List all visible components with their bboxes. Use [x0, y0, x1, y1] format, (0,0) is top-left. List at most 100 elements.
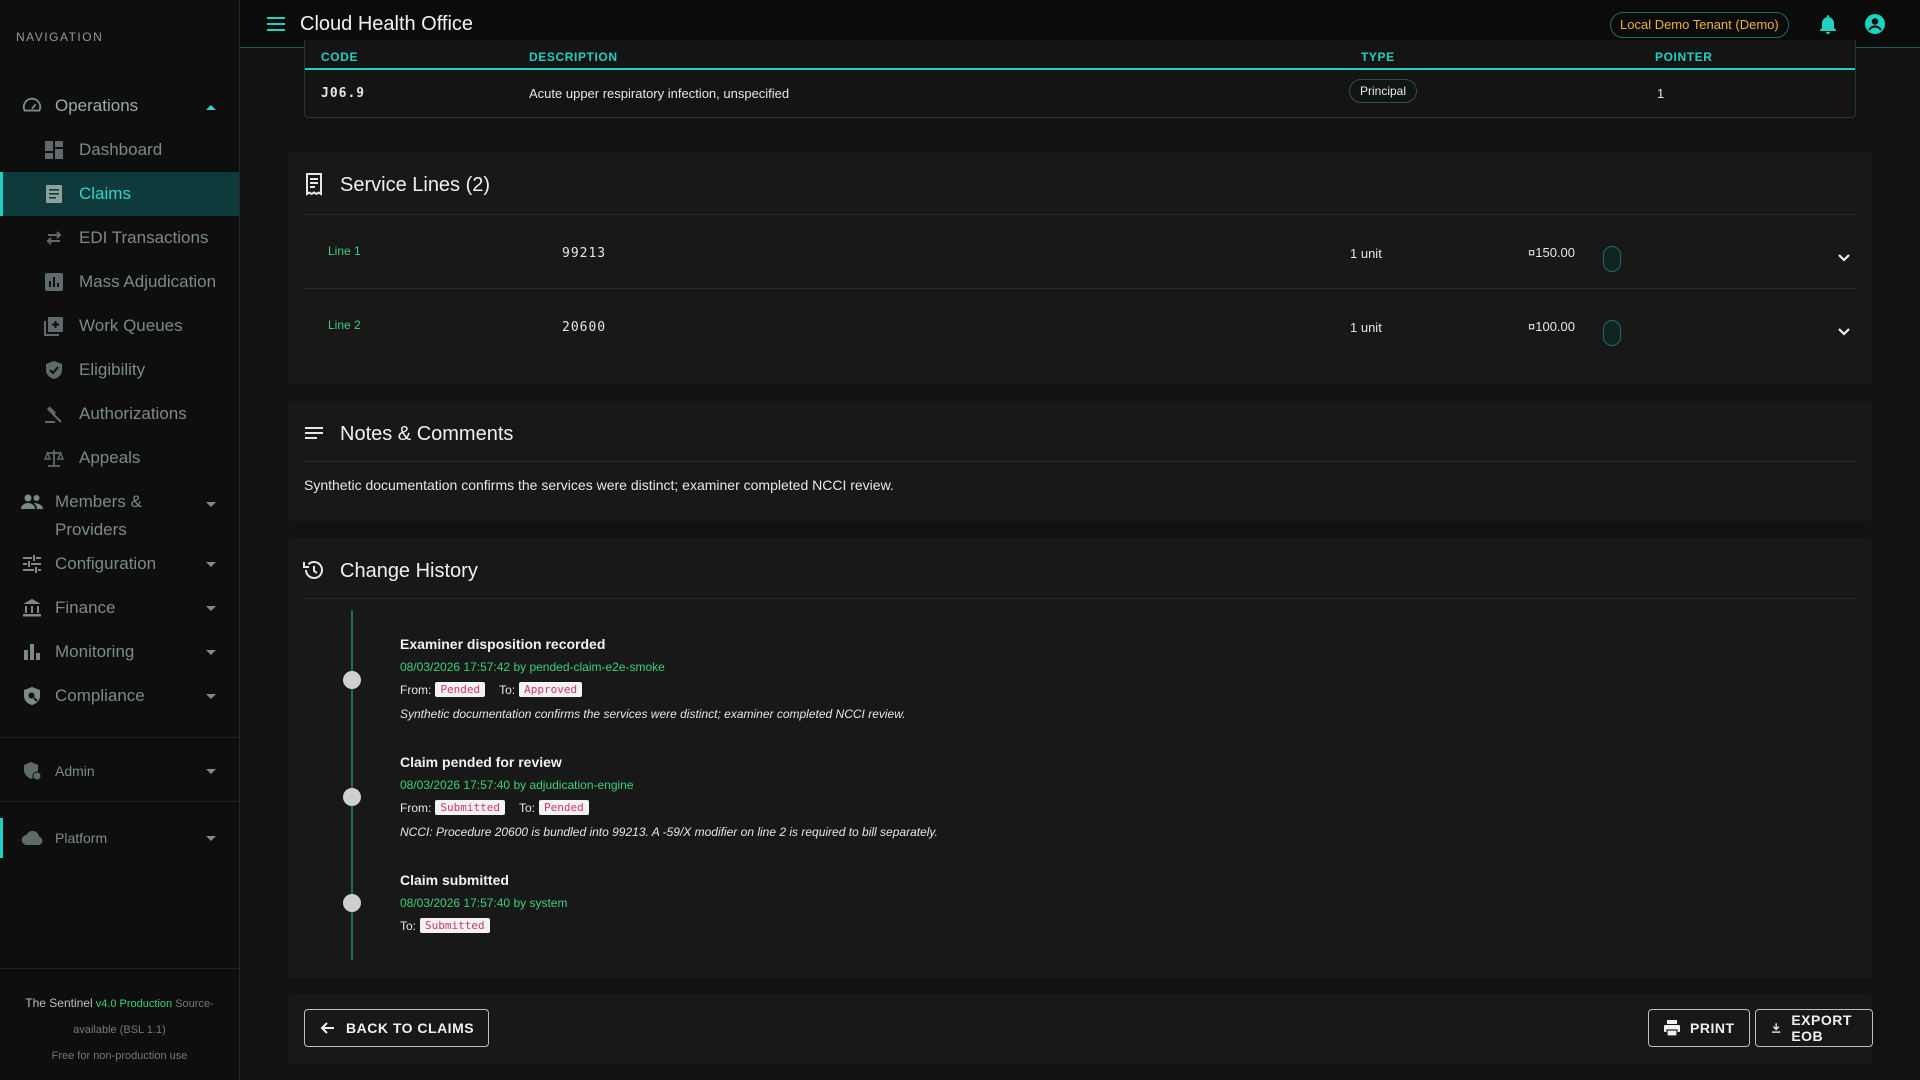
- sidebar-item-label: Dashboard: [79, 140, 163, 159]
- sidebar-item-label: Compliance: [55, 686, 145, 705]
- notification-bell-icon[interactable]: [1816, 12, 1840, 36]
- export-label: EXPORT EOB: [1791, 1012, 1852, 1044]
- caret-down-icon: [205, 642, 217, 662]
- sidebar-item-label: Platform: [55, 830, 108, 846]
- history-entry-note: Synthetic documentation confirms the ser…: [400, 707, 906, 721]
- sidebar-item-claims[interactable]: Claims: [0, 172, 239, 216]
- table-row: J06.9 Acute upper respiratory infection,…: [305, 72, 1855, 116]
- caret-down-icon: [205, 763, 217, 779]
- sidebar-item-appeals[interactable]: Appeals: [0, 436, 239, 480]
- notes-lines-icon: [302, 421, 326, 445]
- verified-shield-icon: [42, 358, 66, 382]
- service-line-row[interactable]: Line 2 20600 1 unit ¤100.00: [304, 290, 1856, 362]
- line-units: 1 unit: [1350, 246, 1382, 261]
- history-entry-title: Claim submitted: [400, 872, 509, 888]
- chevron-down-icon[interactable]: [1834, 322, 1854, 342]
- history-title: Change History: [340, 560, 478, 582]
- sidebar-item-finance[interactable]: Finance: [0, 586, 239, 630]
- account-circle-icon[interactable]: [1863, 12, 1887, 36]
- sidebar-item-compliance[interactable]: Compliance: [0, 674, 239, 718]
- history-entry-meta: 08/03/2026 17:57:40 by adjudication-engi…: [400, 778, 634, 792]
- sidebar: NAVIGATION Operations Dashboard Claims E…: [0, 0, 240, 1080]
- notes-title: Notes & Comments: [340, 423, 514, 445]
- status-tag-from: Submitted: [435, 800, 505, 815]
- sidebar-item-members-providers[interactable]: Members & Providers: [0, 480, 239, 542]
- sidebar-item-label: EDI Transactions: [79, 228, 209, 247]
- diagnosis-pointer: 1: [1657, 86, 1665, 101]
- history-entry-note: NCCI: Procedure 20600 is bundled into 99…: [400, 825, 938, 839]
- from-label: From:: [400, 682, 432, 697]
- export-eob-button[interactable]: EXPORT EOB: [1755, 1009, 1873, 1047]
- sidebar-divider: [0, 968, 239, 969]
- bar-chart-icon: [20, 640, 44, 664]
- sidebar-item-platform[interactable]: Platform: [0, 818, 239, 858]
- history-entry-title: Claim pended for review: [400, 754, 562, 770]
- history-entry-meta: 08/03/2026 17:57:40 by system: [400, 896, 568, 910]
- diagnosis-type-chip: Principal: [1349, 79, 1418, 103]
- app-root: NAVIGATION Operations Dashboard Claims E…: [0, 0, 1920, 1080]
- sidebar-item-eligibility[interactable]: Eligibility: [0, 348, 239, 392]
- divider: [304, 288, 1856, 289]
- caret-down-icon: [205, 494, 217, 514]
- divider: [304, 214, 1856, 215]
- sidebar-item-label: Members & Providers: [55, 492, 142, 539]
- admin-shield-icon: [20, 759, 44, 783]
- print-button[interactable]: PRINT: [1648, 1009, 1750, 1047]
- sidebar-item-admin[interactable]: Admin: [0, 751, 239, 791]
- to-label: To:: [400, 918, 417, 933]
- line-amount: ¤100.00: [1528, 319, 1575, 334]
- back-to-claims-button[interactable]: BACK TO CLAIMS: [304, 1009, 490, 1047]
- people-icon: [20, 490, 44, 514]
- chevron-down-icon[interactable]: [1834, 248, 1854, 268]
- sidebar-divider: [0, 737, 239, 738]
- service-lines-card: Service Lines (2) Line 1 99213 1 unit ¤1…: [288, 152, 1872, 384]
- print-label: PRINT: [1690, 1020, 1735, 1036]
- col-pointer: POINTER: [1655, 50, 1713, 64]
- history-entry-meta: 08/03/2026 17:57:42 by pended-claim-e2e-…: [400, 660, 665, 674]
- diagnosis-code: J06.9: [321, 86, 366, 101]
- footer-line-1: The Sentinel v4.0 Production Source-: [0, 990, 239, 1017]
- caret-down-icon: [205, 686, 217, 706]
- timeline-dot: [343, 671, 361, 689]
- sidebar-item-label: Mass Adjudication: [79, 272, 217, 291]
- sidebar-item-label: Claims: [79, 184, 131, 203]
- history-icon: [302, 558, 326, 582]
- queue-add-icon: [42, 314, 66, 338]
- sidebar-item-work-queues[interactable]: Work Queues: [0, 304, 239, 348]
- history-entry: Claim submitted 08/03/2026 17:57:40 by s…: [400, 872, 567, 933]
- history-entry-change: To: Submitted: [400, 918, 567, 933]
- line-toggle[interactable]: [1603, 246, 1621, 272]
- sidebar-item-monitoring[interactable]: Monitoring: [0, 630, 239, 674]
- divider: [304, 598, 1856, 599]
- download-icon: [1772, 1023, 1781, 1033]
- sidebar-item-operations[interactable]: Operations: [0, 84, 239, 128]
- app-title: Cloud Health Office: [300, 13, 474, 35]
- hamburger-menu-icon[interactable]: [264, 12, 288, 36]
- tenant-selector[interactable]: Local Demo Tenant (Demo): [1610, 12, 1789, 38]
- sidebar-item-authorizations[interactable]: Authorizations: [0, 392, 239, 436]
- sidebar-item-mass-adjudication[interactable]: Mass Adjudication: [0, 260, 239, 304]
- bar-chart-box-icon: [42, 270, 66, 294]
- sidebar-item-label: Work Queues: [79, 316, 183, 335]
- line-toggle[interactable]: [1603, 320, 1621, 346]
- sidebar-item-edi-transactions[interactable]: EDI Transactions: [0, 216, 239, 260]
- sidebar-item-dashboard[interactable]: Dashboard: [0, 128, 239, 172]
- history-entry-title: Examiner disposition recorded: [400, 636, 606, 652]
- sidebar-item-label: Admin: [55, 763, 95, 779]
- history-entry: Examiner disposition recorded 08/03/2026…: [400, 636, 906, 721]
- timeline-dot: [343, 788, 361, 806]
- cloud-icon: [20, 826, 44, 850]
- service-line-row[interactable]: Line 1 99213 1 unit ¤150.00: [304, 216, 1856, 288]
- claims-icon: [42, 182, 66, 206]
- sidebar-item-configuration[interactable]: Configuration: [0, 542, 239, 586]
- printer-icon: [1664, 1020, 1680, 1037]
- footer-note: Free for non-production use: [51, 1050, 188, 1062]
- brand-name: The Sentinel: [25, 996, 93, 1010]
- tune-icon: [20, 552, 44, 576]
- sidebar-item-label: Authorizations: [79, 404, 187, 423]
- status-tag-to: Submitted: [420, 918, 490, 933]
- to-label: To:: [499, 682, 516, 697]
- sidebar-item-label: Finance: [55, 598, 116, 617]
- caret-down-icon: [205, 554, 217, 574]
- sidebar-item-label: Monitoring: [55, 642, 135, 661]
